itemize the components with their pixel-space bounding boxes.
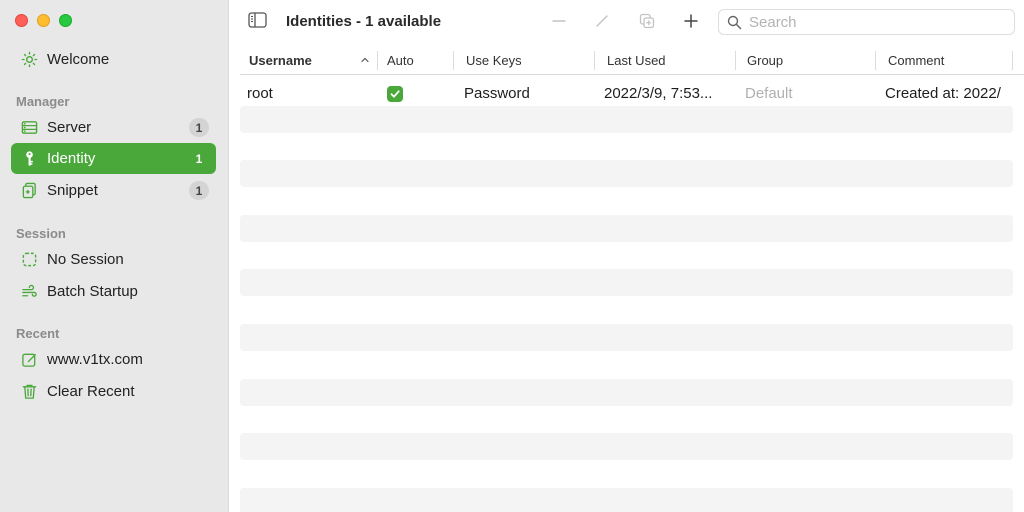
sidebar-item-label: No Session — [47, 251, 124, 268]
column-header-comment[interactable]: Comment — [876, 46, 1013, 75]
edit-square-icon — [20, 351, 38, 369]
zoom-window-button[interactable] — [59, 14, 72, 27]
cell-group: Default — [745, 85, 793, 102]
sidebar-item-label: Server — [47, 119, 92, 136]
remove-button[interactable] — [548, 10, 570, 32]
column-label: Username — [249, 53, 312, 68]
window-controls — [15, 14, 72, 27]
sidebar-item-label: Snippet — [47, 182, 98, 199]
column-header-use-keys[interactable]: Use Keys — [454, 46, 595, 75]
duplicate-icon — [639, 13, 655, 29]
main-content: Identities - 1 available Username Auto — [229, 0, 1024, 512]
empty-row — [240, 488, 1013, 512]
column-label: Auto — [387, 53, 414, 68]
pencil-icon — [596, 15, 608, 27]
sidebar-item-label: Batch Startup — [47, 283, 138, 300]
cell-use-keys: Password — [464, 85, 530, 102]
count-badge: 1 — [195, 151, 203, 166]
column-label: Group — [747, 53, 784, 68]
minimize-window-button[interactable] — [37, 14, 50, 27]
add-button[interactable] — [680, 10, 702, 32]
cell-username: root — [247, 85, 273, 102]
empty-row — [240, 269, 1013, 296]
snippet-icon — [20, 182, 38, 200]
column-label: Comment — [888, 53, 945, 68]
cell-comment: Created at: 2022/ — [885, 85, 1001, 102]
column-header-group[interactable]: Group — [736, 46, 876, 75]
empty-row — [240, 215, 1013, 242]
cell-last-used: 2022/3/9, 7:53... — [604, 85, 713, 102]
sidebar-toggle-icon[interactable] — [248, 12, 267, 28]
duplicate-button[interactable] — [636, 10, 658, 32]
trash-icon — [20, 383, 38, 401]
page-title: Identities - 1 available — [286, 13, 442, 30]
sidebar-item-no-session[interactable]: No Session — [11, 244, 216, 275]
sidebar-item-label: Identity — [47, 150, 96, 167]
column-label: Last Used — [607, 53, 666, 68]
cell-auto — [387, 80, 447, 107]
minus-icon — [552, 20, 566, 22]
count-badge: 1 — [189, 181, 209, 200]
table-header: Username Auto Use Keys Last Used Group C… — [240, 46, 1024, 75]
sort-ascending-icon — [361, 57, 369, 63]
section-title-session: Session — [16, 226, 66, 241]
sidebar-item-label: Clear Recent — [47, 383, 135, 400]
sidebar-item-welcome[interactable]: Welcome — [11, 44, 216, 75]
toolbar: Identities - 1 available — [229, 0, 1024, 44]
sidebar-item-label: www.v1tx.com — [47, 351, 143, 368]
sidebar: Welcome Manager Server 1 Identity 1 Snip… — [0, 0, 229, 512]
sidebar-item-identity[interactable]: Identity 1 — [11, 143, 216, 174]
search-field[interactable] — [718, 9, 1015, 35]
auto-checkbox[interactable] — [387, 85, 403, 102]
sidebar-item-server[interactable]: Server 1 — [11, 112, 216, 143]
sun-icon — [20, 51, 38, 69]
section-title-manager: Manager — [16, 94, 70, 109]
search-icon — [727, 15, 742, 29]
sidebar-item-label: Welcome — [47, 51, 110, 68]
plus-icon — [684, 14, 698, 28]
search-input[interactable] — [749, 13, 999, 31]
column-header-username[interactable]: Username — [240, 46, 378, 75]
empty-row — [240, 106, 1013, 133]
close-window-button[interactable] — [15, 14, 28, 27]
edit-button[interactable] — [591, 10, 613, 32]
count-badge: 1 — [189, 118, 209, 137]
sidebar-item-clear-recent[interactable]: Clear Recent — [11, 376, 216, 407]
dashed-square-icon — [20, 251, 38, 269]
checkmark-icon — [390, 89, 400, 98]
wind-icon — [20, 283, 38, 301]
table-row[interactable]: root Password 2022/3/9, 7:53... Default … — [240, 80, 1013, 107]
column-header-auto[interactable]: Auto — [378, 46, 454, 75]
section-title-recent: Recent — [16, 326, 60, 341]
sidebar-item-batch-startup[interactable]: Batch Startup — [11, 276, 216, 307]
column-label: Use Keys — [466, 53, 522, 68]
empty-row — [240, 324, 1013, 351]
empty-row — [240, 160, 1013, 187]
empty-row — [240, 433, 1013, 460]
server-icon — [20, 119, 38, 137]
column-header-last-used[interactable]: Last Used — [595, 46, 736, 75]
sidebar-item-snippet[interactable]: Snippet 1 — [11, 175, 216, 206]
empty-row — [240, 379, 1013, 406]
sidebar-item-recent-host[interactable]: www.v1tx.com — [11, 344, 216, 375]
key-icon — [20, 150, 38, 168]
column-divider[interactable] — [1012, 51, 1013, 70]
